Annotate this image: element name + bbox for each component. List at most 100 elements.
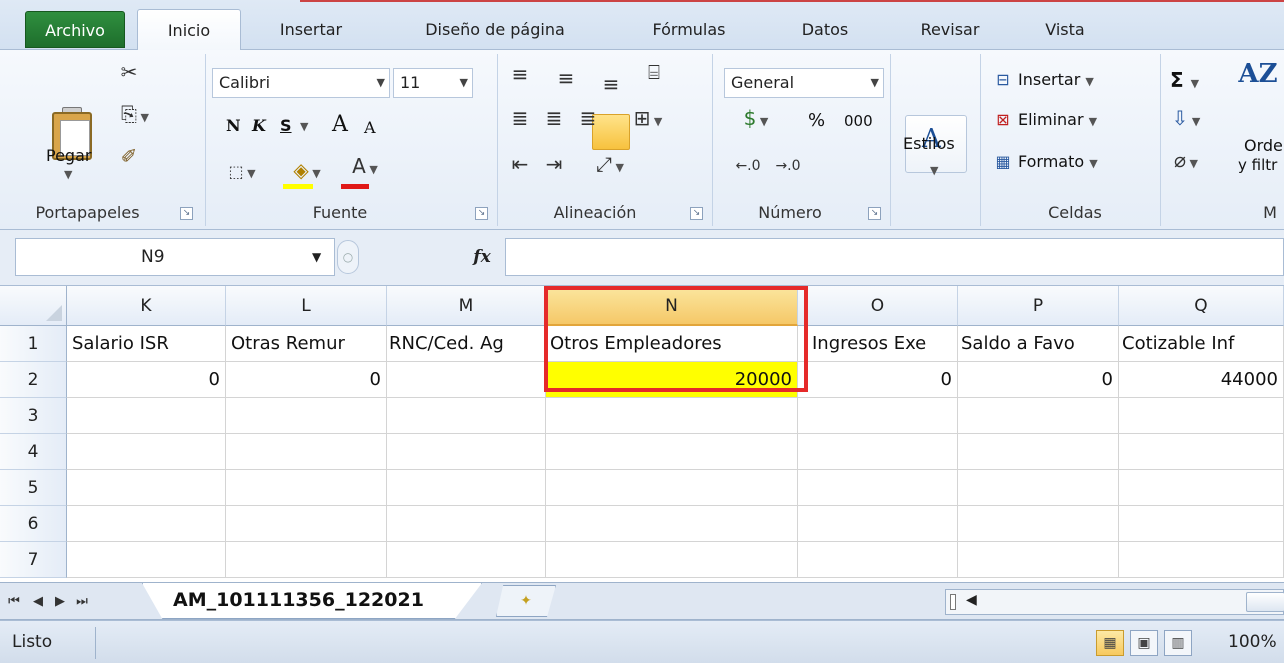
tab-view[interactable]: Vista — [1025, 9, 1105, 50]
scroll-split-handle[interactable] — [950, 594, 956, 610]
wrap-text-icon[interactable]: ⌸ — [640, 60, 668, 84]
align-center-icon[interactable]: ≣ — [540, 106, 568, 130]
row-header-4[interactable]: 4 — [0, 434, 67, 470]
cell-p3[interactable] — [958, 398, 1119, 434]
insert-function-button[interactable]: fx — [462, 238, 502, 276]
column-header-o[interactable]: O — [798, 286, 958, 326]
decrease-indent-icon[interactable]: ⇤ — [506, 152, 534, 176]
cell-p2[interactable]: 0 — [958, 362, 1119, 398]
cell-l5[interactable] — [226, 470, 387, 506]
cell-q2[interactable]: 44000 — [1119, 362, 1284, 398]
column-header-k[interactable]: K — [67, 286, 226, 326]
number-launcher-icon[interactable]: ↘ — [868, 207, 881, 220]
tab-home[interactable]: Inicio — [137, 9, 241, 51]
select-all-button[interactable] — [0, 286, 67, 326]
cell-m1[interactable]: RNC/Ced. Ag — [387, 326, 546, 362]
page-layout-view-icon[interactable]: ▣ — [1130, 630, 1158, 656]
cell-p1[interactable]: Saldo a Favo — [958, 326, 1119, 362]
column-header-p[interactable]: P — [958, 286, 1119, 326]
cell-l4[interactable] — [226, 434, 387, 470]
font-color-icon[interactable]: A ▼ — [340, 154, 390, 182]
next-sheet-icon[interactable]: ▶ — [52, 591, 68, 613]
name-box[interactable]: N9 ▼ — [15, 238, 335, 276]
cell-p4[interactable] — [958, 434, 1119, 470]
cell-k6[interactable] — [67, 506, 226, 542]
tab-insert[interactable]: Insertar — [256, 9, 366, 50]
cell-p7[interactable] — [958, 542, 1119, 578]
row-header-6[interactable]: 6 — [0, 506, 67, 542]
borders-icon[interactable]: ⬚ ▼ — [218, 160, 266, 186]
formula-input[interactable] — [505, 238, 1284, 276]
cell-m2[interactable] — [387, 362, 546, 398]
merge-center-icon[interactable]: ⊞ ▼ — [618, 106, 678, 134]
clear-icon[interactable]: ⌀ ▼ — [1166, 148, 1206, 176]
cell-p5[interactable] — [958, 470, 1119, 506]
delete-cells-button[interactable]: Eliminar ▼ — [1018, 110, 1097, 129]
column-header-l[interactable]: L — [226, 286, 387, 326]
row-header-3[interactable]: 3 — [0, 398, 67, 434]
cell-l6[interactable] — [226, 506, 387, 542]
cell-k4[interactable] — [67, 434, 226, 470]
cell-k2[interactable]: 0 — [67, 362, 226, 398]
cell-q1[interactable]: Cotizable Inf — [1119, 326, 1284, 362]
cell-m3[interactable] — [387, 398, 546, 434]
clipboard-launcher-icon[interactable]: ↘ — [180, 207, 193, 220]
column-header-q[interactable]: Q — [1119, 286, 1284, 326]
cell-k7[interactable] — [67, 542, 226, 578]
cut-icon[interactable]: ✂ — [115, 60, 143, 84]
row-header-2[interactable]: 2 — [0, 362, 67, 398]
row-header-1[interactable]: 1 — [0, 326, 67, 362]
align-bottom-icon[interactable]: ≡ — [597, 72, 625, 96]
cell-n5[interactable] — [546, 470, 798, 506]
decrease-decimal-icon[interactable]: →.0 — [770, 154, 806, 178]
thousands-button[interactable]: 000 — [844, 112, 873, 130]
cell-l3[interactable] — [226, 398, 387, 434]
cell-o3[interactable] — [798, 398, 958, 434]
last-sheet-icon[interactable]: ⏭ — [74, 591, 90, 613]
align-right-icon[interactable]: ≣ — [574, 106, 602, 130]
prev-sheet-icon[interactable]: ◀ — [30, 591, 46, 613]
scroll-left-icon[interactable]: ◀ — [966, 592, 977, 608]
align-middle-icon[interactable]: ≡ — [552, 66, 580, 90]
cell-m6[interactable] — [387, 506, 546, 542]
cell-k5[interactable] — [67, 470, 226, 506]
underline-button[interactable]: S — [280, 116, 292, 135]
sheet-tab-active[interactable]: AM_101111356_122021 — [142, 583, 482, 619]
currency-icon[interactable]: $ ▼ — [726, 106, 786, 134]
splitter-handle[interactable]: ○ — [337, 240, 359, 274]
cell-q6[interactable] — [1119, 506, 1284, 542]
column-header-n[interactable]: N — [546, 286, 798, 326]
horizontal-scrollbar[interactable]: ◀ — [945, 589, 1284, 615]
align-left-icon[interactable]: ≣ — [506, 106, 534, 130]
tab-review[interactable]: Revisar — [900, 9, 1000, 50]
align-top-icon[interactable]: ≡ — [506, 62, 534, 86]
cell-l2[interactable]: 0 — [226, 362, 387, 398]
sort-filter-icon[interactable]: AZ — [1238, 61, 1278, 87]
cell-n1[interactable]: Otros Empleadores — [546, 326, 798, 362]
cell-q4[interactable] — [1119, 434, 1284, 470]
cell-o4[interactable] — [798, 434, 958, 470]
cell-o1[interactable]: Ingresos Exe — [798, 326, 958, 362]
alignment-launcher-icon[interactable]: ↘ — [690, 207, 703, 220]
normal-view-icon[interactable]: ▦ — [1096, 630, 1124, 656]
cell-m4[interactable] — [387, 434, 546, 470]
first-sheet-icon[interactable]: ⏮ — [6, 591, 22, 613]
cell-l1[interactable]: Otras Remur — [226, 326, 387, 362]
cell-o5[interactable] — [798, 470, 958, 506]
italic-button[interactable]: K — [252, 116, 266, 135]
cell-o6[interactable] — [798, 506, 958, 542]
tab-file[interactable]: Archivo — [25, 11, 125, 48]
zoom-level[interactable]: 100% — [1228, 621, 1277, 663]
cell-k3[interactable] — [67, 398, 226, 434]
cell-q5[interactable] — [1119, 470, 1284, 506]
fill-color-icon[interactable]: ◈ ▼ — [282, 158, 332, 186]
font-name-dropdown[interactable]: Calibri ▼ — [212, 68, 390, 98]
cell-n7[interactable] — [546, 542, 798, 578]
fill-icon[interactable]: ⇩ ▼ — [1166, 106, 1206, 134]
cell-q7[interactable] — [1119, 542, 1284, 578]
increase-indent-icon[interactable]: ⇥ — [540, 152, 568, 176]
tab-formulas[interactable]: Fórmulas — [630, 9, 748, 50]
tab-data[interactable]: Datos — [780, 9, 870, 50]
cell-n2[interactable]: 20000 — [546, 362, 798, 398]
page-break-view-icon[interactable]: ▥ — [1164, 630, 1192, 656]
